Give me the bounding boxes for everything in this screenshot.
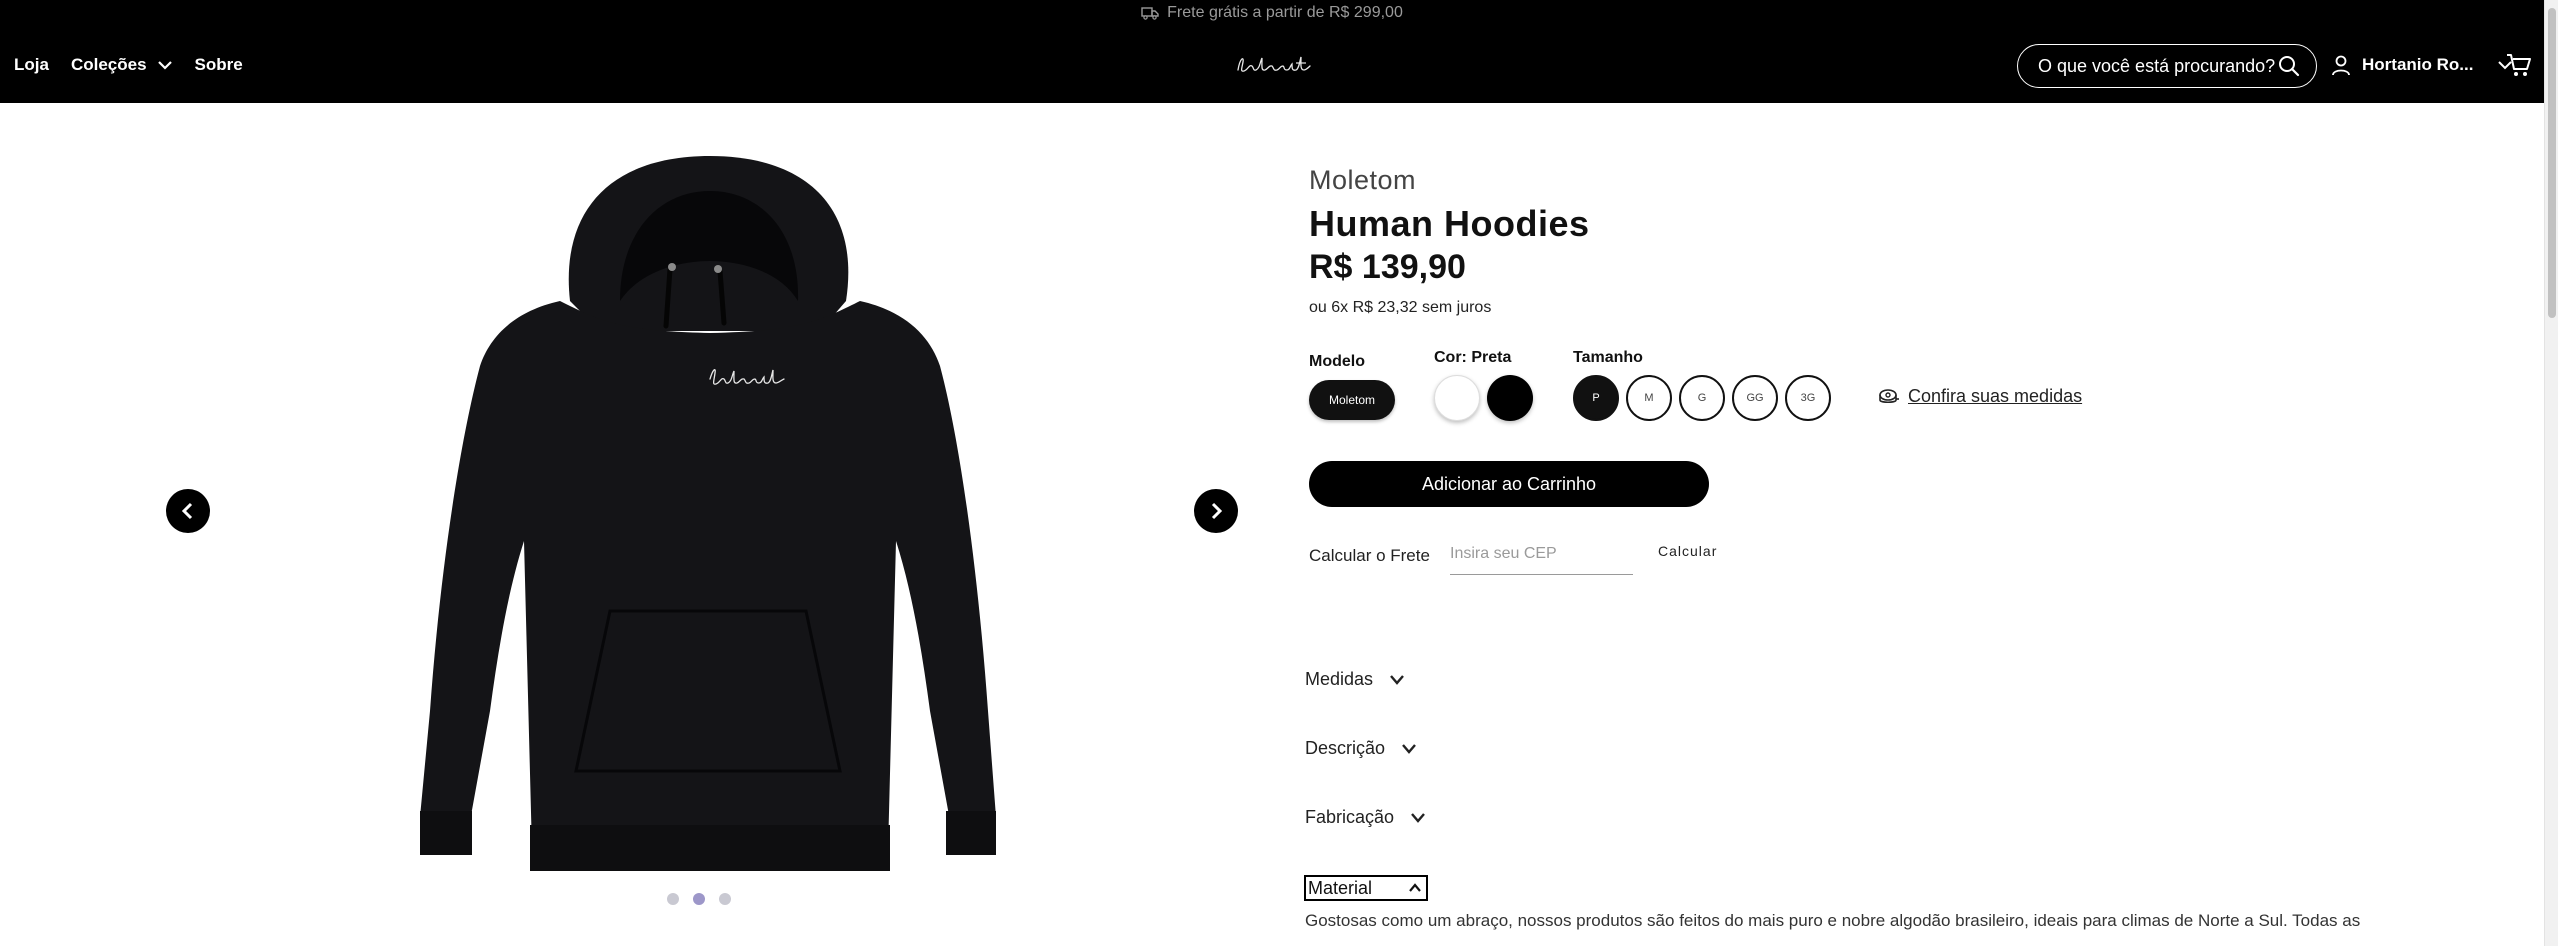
nav-item-sobre[interactable]: Sobre — [195, 55, 243, 75]
nav-item-label: Coleções — [70, 54, 147, 74]
color-swatch-white[interactable] — [1434, 375, 1480, 421]
user-icon — [2332, 55, 2350, 75]
search-placeholder: O que você está procurando? — [2038, 55, 2276, 76]
chevron-down-icon — [1411, 812, 1425, 823]
gallery-prev-button[interactable] — [166, 489, 210, 533]
chevron-down-icon — [1402, 743, 1416, 754]
size-option-m[interactable]: M — [1626, 375, 1672, 421]
gallery-dot-active[interactable] — [693, 893, 705, 905]
size-option-g[interactable]: G — [1679, 375, 1725, 421]
main-nav: Loja Coleções Sobre — [14, 26, 243, 103]
accordion-label: Descrição — [1305, 738, 1386, 758]
scrollbar-thumb[interactable] — [2548, 8, 2556, 318]
color-swatch-black[interactable] — [1487, 375, 1533, 421]
chevron-down-icon — [157, 60, 172, 70]
model-option-moletom[interactable]: Moletom — [1309, 380, 1395, 420]
chevron-down-icon — [1390, 674, 1404, 685]
page: Frete grátis a partir de R$ 299,00 Loja … — [0, 0, 2558, 946]
size-option-p[interactable]: P — [1573, 375, 1619, 421]
brand-logo[interactable] — [1234, 52, 1314, 78]
account-name: Hortanio Ro... — [2362, 54, 2474, 74]
nav-item-colecoes[interactable]: Coleções — [71, 55, 173, 75]
nav-item-label: Loja — [14, 54, 49, 74]
site-header: Loja Coleções Sobre O que você está proc… — [0, 26, 2544, 103]
page-scrollbar[interactable] — [2544, 0, 2558, 946]
nav-item-label: Sobre — [194, 54, 243, 74]
material-description: Gostosas como um abraço, nossos produtos… — [1305, 911, 2361, 930]
account-menu[interactable]: Hortanio Ro... — [2330, 26, 2513, 103]
installments-text: ou 6x R$ 23,32 sem juros — [1309, 299, 1492, 316]
cep-input[interactable] — [1450, 533, 1633, 575]
accordion-descricao[interactable]: Descrição — [1305, 738, 1417, 759]
chevron-up-icon — [1409, 883, 1421, 892]
product-category: Moletom — [1309, 165, 1417, 195]
color-label: Cor: Preta — [1434, 349, 1512, 366]
nav-item-loja[interactable]: Loja — [14, 55, 49, 75]
cart-icon[interactable] — [2506, 52, 2532, 78]
chevron-right-icon — [1211, 502, 1223, 520]
accordion-label: Fabricação — [1305, 807, 1395, 827]
product-price: R$ 139,90 — [1309, 248, 1466, 286]
accordion-material[interactable]: Material — [1304, 875, 1428, 901]
truck-icon — [1141, 7, 1159, 20]
gallery-dot[interactable] — [719, 893, 731, 905]
measuring-tape-icon — [1879, 388, 1899, 403]
product-info: Moletom Human Hoodies R$ 139,90 ou 6x R$… — [1300, 103, 2530, 946]
search-icon[interactable] — [2278, 55, 2300, 77]
size-option-3g[interactable]: 3G — [1785, 375, 1831, 421]
announcement-text: Frete grátis a partir de R$ 299,00 — [1167, 4, 1403, 21]
size-guide-label: Confira suas medidas — [1908, 386, 2083, 406]
calculate-shipping-button[interactable]: Calcular — [1658, 543, 1717, 559]
model-label: Modelo — [1309, 353, 1365, 370]
accordion-medidas[interactable]: Medidas — [1305, 669, 1405, 690]
product-image — [420, 156, 996, 871]
add-to-cart-button[interactable]: Adicionar ao Carrinho — [1309, 461, 1709, 507]
gallery-dots — [667, 893, 731, 905]
search-input[interactable]: O que você está procurando? — [2017, 44, 2317, 88]
announcement-bar: Frete grátis a partir de R$ 299,00 — [0, 0, 2544, 26]
chevron-left-icon — [181, 502, 193, 520]
accordion-label: Medidas — [1305, 669, 1374, 689]
size-option-gg[interactable]: GG — [1732, 375, 1778, 421]
product-gallery — [0, 103, 1260, 946]
size-guide-link[interactable]: Confira suas medidas — [1878, 386, 2082, 407]
accordion-label: Material — [1308, 877, 1373, 898]
shipping-label: Calcular o Frete — [1309, 546, 1430, 565]
size-label: Tamanho — [1573, 349, 1643, 366]
gallery-dot[interactable] — [667, 893, 679, 905]
gallery-next-button[interactable] — [1194, 489, 1238, 533]
product-title: Human Hoodies — [1309, 203, 1590, 244]
accordion-fabricacao[interactable]: Fabricação — [1305, 807, 1426, 828]
